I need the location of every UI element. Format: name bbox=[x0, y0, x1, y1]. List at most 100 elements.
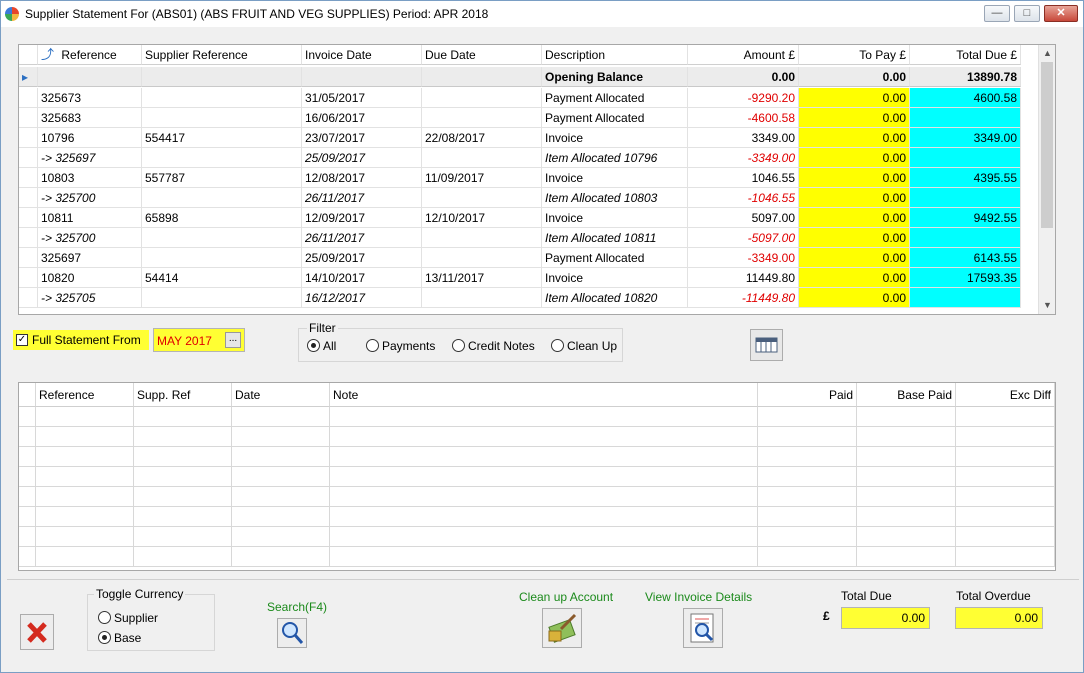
total-due-label: Total Due bbox=[841, 589, 892, 603]
from-date-field[interactable]: MAY 2017 ... bbox=[153, 328, 245, 352]
view-invoice-details-button[interactable] bbox=[683, 608, 723, 648]
scroll-down-icon[interactable]: ▼ bbox=[1039, 297, 1055, 314]
search-button[interactable] bbox=[277, 618, 307, 648]
allocation-cell bbox=[36, 487, 134, 507]
broom-icon bbox=[548, 613, 577, 643]
radio-icon[interactable] bbox=[366, 339, 379, 352]
view-invoice-details-label: View Invoice Details bbox=[645, 590, 753, 604]
cell-to-pay: 0.00 bbox=[799, 148, 910, 168]
full-statement-checkbox[interactable]: ✓ Full Statement From bbox=[13, 330, 149, 350]
allocation-cell bbox=[758, 447, 857, 467]
alloc-column-supp-ref[interactable]: Supp. Ref bbox=[134, 383, 232, 407]
statement-row[interactable]: -> 325700 26/11/2017 Item Allocated 10803-… bbox=[19, 188, 1039, 208]
column-header-reference[interactable]: ⤴ Reference bbox=[38, 45, 142, 65]
cell-supp-ref: 54414 bbox=[142, 268, 302, 288]
alloc-column-date[interactable]: Date bbox=[232, 383, 330, 407]
allocation-row[interactable] bbox=[19, 447, 1055, 467]
cell-to-pay: 0.00 bbox=[799, 268, 910, 288]
column-header-description[interactable]: Description bbox=[542, 45, 688, 65]
cell-total-due bbox=[910, 148, 1021, 168]
statement-row[interactable]: 10803 557787 12/08/2017 11/09/2017 Invoice 10… bbox=[19, 168, 1039, 188]
currency-radio-supplier[interactable]: Supplier bbox=[98, 611, 158, 627]
cell-inv-date: 14/10/2017 bbox=[302, 268, 422, 288]
allocation-row[interactable] bbox=[19, 487, 1055, 507]
radio-icon[interactable] bbox=[452, 339, 465, 352]
minimize-button[interactable]: — bbox=[984, 5, 1010, 22]
radio-icon[interactable] bbox=[98, 611, 111, 624]
allocation-row[interactable] bbox=[19, 407, 1055, 427]
radio-icon[interactable] bbox=[551, 339, 564, 352]
statement-row[interactable]: 10811 65898 12/09/2017 12/10/2017 Invoice 509… bbox=[19, 208, 1039, 228]
statement-row[interactable]: -> 325700 26/11/2017 Item Allocated 10811-… bbox=[19, 228, 1039, 248]
filter-radio-payments[interactable]: Payments bbox=[366, 339, 435, 355]
statement-row[interactable]: 325673 31/05/2017 Payment Allocated -9290.2… bbox=[19, 88, 1039, 108]
allocation-cell bbox=[36, 467, 134, 487]
cell-total-due: 17593.35 bbox=[910, 268, 1021, 288]
close-window-button[interactable]: ✕ bbox=[1044, 5, 1078, 22]
statement-row[interactable]: 10796 554417 23/07/2017 22/08/2017 Invoice 33… bbox=[19, 128, 1039, 148]
title-bar[interactable]: Supplier Statement For (ABS01) (ABS FRUI… bbox=[1, 1, 1083, 27]
allocation-cell bbox=[19, 447, 36, 467]
allocation-cell bbox=[134, 407, 232, 427]
cell-supp-ref bbox=[142, 108, 302, 128]
radio-selected-icon[interactable] bbox=[98, 631, 111, 644]
allocation-row[interactable] bbox=[19, 547, 1055, 567]
column-header-amount[interactable]: Amount £ bbox=[688, 45, 799, 65]
allocation-row[interactable] bbox=[19, 527, 1055, 547]
filter-radio-clean-up[interactable]: Clean Up bbox=[551, 339, 617, 355]
cell-supp-ref: 554417 bbox=[142, 128, 302, 148]
close-button[interactable] bbox=[20, 614, 54, 650]
allocation-row[interactable] bbox=[19, 467, 1055, 487]
allocation-grid[interactable]: Reference Supp. Ref Date Note Paid Base … bbox=[18, 382, 1056, 571]
cell-inv-date: 31/05/2017 bbox=[302, 88, 422, 108]
cell-total-due bbox=[910, 188, 1021, 208]
statement-row[interactable]: 325697 25/09/2017 Payment Allocated -3349.0… bbox=[19, 248, 1039, 268]
from-date-value: MAY 2017 bbox=[157, 334, 212, 348]
cell-total-due: 6143.55 bbox=[910, 248, 1021, 268]
allocation-cell bbox=[330, 427, 758, 447]
scrollbar-thumb[interactable] bbox=[1041, 62, 1053, 228]
alloc-column-exc-diff[interactable]: Exc Diff bbox=[956, 383, 1055, 407]
cell-total-due: 4395.55 bbox=[910, 168, 1021, 188]
column-header-total-due[interactable]: Total Due £ bbox=[910, 45, 1021, 65]
column-header-to-pay[interactable]: To Pay £ bbox=[799, 45, 910, 65]
alloc-column-paid[interactable]: Paid bbox=[758, 383, 857, 407]
statement-grid[interactable]: ⤴ Reference Supplier Reference Invoice D… bbox=[18, 44, 1056, 315]
refresh-icon[interactable]: ⤴ bbox=[41, 47, 54, 62]
cell-desc: Invoice bbox=[542, 208, 688, 228]
maximize-button[interactable]: □ bbox=[1014, 5, 1040, 22]
statement-row[interactable]: -> 325705 16/12/2017 Item Allocated 10820-… bbox=[19, 288, 1039, 308]
column-header-supplier-reference[interactable]: Supplier Reference bbox=[142, 45, 302, 65]
statement-grid-scrollbar[interactable]: ▲ ▼ bbox=[1038, 45, 1055, 314]
statement-row[interactable]: -> 325697 25/09/2017 Item Allocated 10796-… bbox=[19, 148, 1039, 168]
print-statement-button[interactable] bbox=[750, 329, 783, 361]
column-header-invoice-date[interactable]: Invoice Date bbox=[302, 45, 422, 65]
allocation-cell bbox=[19, 547, 36, 567]
allocation-cell bbox=[330, 407, 758, 427]
allocation-cell bbox=[19, 527, 36, 547]
alloc-column-note[interactable]: Note bbox=[330, 383, 758, 407]
scroll-up-icon[interactable]: ▲ bbox=[1039, 45, 1055, 62]
alloc-column-base-paid[interactable]: Base Paid bbox=[857, 383, 956, 407]
cell-supp-ref bbox=[142, 148, 302, 168]
filter-radio-credit-notes[interactable]: Credit Notes bbox=[452, 339, 535, 355]
checkbox-check-icon[interactable]: ✓ bbox=[16, 334, 28, 346]
cell-amount: -9290.20 bbox=[688, 88, 799, 108]
statement-row[interactable]: 325683 16/06/2017 Payment Allocated -4600.5… bbox=[19, 108, 1039, 128]
allocation-row[interactable] bbox=[19, 427, 1055, 447]
statement-row[interactable]: 10820 54414 14/10/2017 13/11/2017 Invoice 114… bbox=[19, 268, 1039, 288]
allocation-row[interactable] bbox=[19, 507, 1055, 527]
allocation-cell bbox=[36, 447, 134, 467]
cleanup-account-button[interactable] bbox=[542, 608, 582, 648]
currency-radio-base[interactable]: Base bbox=[98, 631, 141, 647]
cell-due-date bbox=[422, 88, 542, 108]
opening-balance-row[interactable]: ▸ Opening Balance 0.00 0.00 13890.78 bbox=[19, 67, 1039, 87]
allocation-cell bbox=[232, 447, 330, 467]
column-header-due-date[interactable]: Due Date bbox=[422, 45, 542, 65]
date-picker-button[interactable]: ... bbox=[225, 332, 241, 348]
opening-balance-total-due: 13890.78 bbox=[910, 67, 1021, 87]
allocation-cell bbox=[956, 427, 1055, 447]
alloc-column-reference[interactable]: Reference bbox=[36, 383, 134, 407]
filter-radio-all[interactable]: All bbox=[307, 339, 336, 355]
radio-selected-icon[interactable] bbox=[307, 339, 320, 352]
